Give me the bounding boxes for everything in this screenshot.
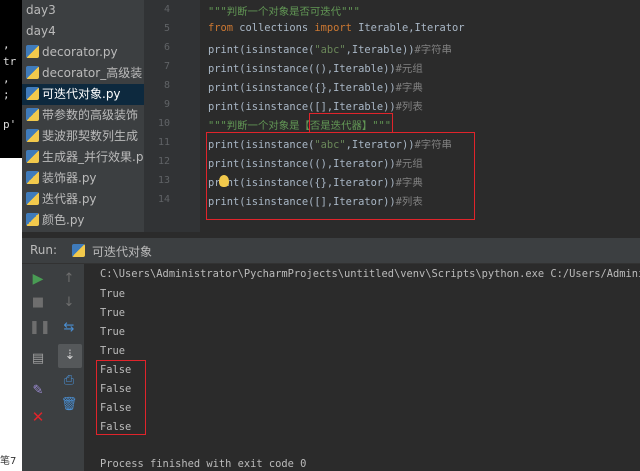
output-line: True <box>100 345 126 357</box>
tree-file[interactable]: 迭代器.py <box>22 189 144 210</box>
tree-folder-day3[interactable]: day3 <box>22 0 144 21</box>
run-toolbar: ▶ ↑ ■ ↓ ❚❚ ⇆ ▤ ⇣ ⎙ ✎ 🗑 ✕ <box>22 264 84 471</box>
scroll-to-end-icon[interactable]: ⇣ <box>58 344 82 368</box>
tree-file[interactable]: decorator_高级装 <box>22 63 144 84</box>
pin-icon[interactable]: ✎ <box>29 382 47 400</box>
tree-folder-day4[interactable]: day4 <box>22 21 144 42</box>
highlight-box-false-output <box>96 360 146 435</box>
code-line-7: print(isinstance((),Iterable))#元组 <box>208 63 423 75</box>
console-output[interactable]: C:\Users\Administrator\PycharmProjects\u… <box>84 264 640 471</box>
print-icon[interactable]: ⎙ <box>60 372 78 390</box>
tree-file-selected[interactable]: 可迭代对象.py <box>22 84 144 105</box>
tree-file[interactable]: 颜色.py <box>22 210 144 231</box>
tree-file[interactable]: 斐波那契数列生成 <box>22 126 144 147</box>
output-line: True <box>100 326 126 338</box>
editor-gutter: 4 5 6 7 8 9 10 11 12 13 14 <box>144 0 200 232</box>
run-panel-header: Run: 可迭代对象 <box>22 238 640 264</box>
background-text: 笔7 <box>0 456 17 467</box>
trash-icon[interactable]: 🗑 <box>60 396 78 414</box>
background-window-strip: , tr , ; p' 笔7 <box>0 0 22 471</box>
line-number: 13 <box>157 175 170 186</box>
tree-file[interactable]: 生成器_并行效果.p <box>22 147 144 168</box>
python-file-icon <box>26 150 39 163</box>
python-file-icon <box>26 213 39 226</box>
line-number: 8 <box>163 80 170 91</box>
python-file-icon <box>72 244 85 257</box>
line-number: 6 <box>163 42 170 53</box>
line-number: 7 <box>163 61 170 72</box>
code-editor[interactable]: """判断一个对象是否可迭代""" from collections impor… <box>200 0 640 232</box>
arrow-up-icon[interactable]: ↑ <box>60 270 78 288</box>
line-number: 10 <box>157 118 170 129</box>
line-number: 9 <box>163 99 170 110</box>
code-line-9: print(isinstance([],Iterable))#列表 <box>208 101 423 113</box>
term-char: , <box>3 72 10 85</box>
python-file-icon <box>26 129 39 142</box>
term-char: p' <box>3 118 17 131</box>
stop-icon[interactable]: ■ <box>29 294 47 312</box>
line-number: 11 <box>157 137 170 148</box>
python-file-icon <box>26 45 39 58</box>
console-command: C:\Users\Administrator\PycharmProjects\u… <box>100 268 640 280</box>
highlight-box-iterator-title <box>309 113 393 133</box>
tree-file[interactable]: decorator.py <box>22 42 144 63</box>
line-number: 12 <box>157 156 170 167</box>
tree-file[interactable]: 装饰器.py <box>22 168 144 189</box>
background-terminal: , tr , ; p' <box>0 0 22 158</box>
line-number: 5 <box>163 23 170 34</box>
code-line-5: from collections import Iterable,Iterato… <box>208 22 465 34</box>
tree-file[interactable]: 带参数的高级装饰 <box>22 105 144 126</box>
lightbulb-icon[interactable] <box>219 175 229 187</box>
python-file-icon <box>26 171 39 184</box>
code-line-6: print(isinstance("abc",Iterable))#字符串 <box>208 44 452 56</box>
project-tree[interactable]: day3 day4 decorator.py decorator_高级装 可迭代… <box>22 0 144 232</box>
python-file-icon <box>26 87 39 100</box>
rerun-icon[interactable]: ▶ <box>29 270 47 288</box>
output-line: True <box>100 307 126 319</box>
line-number: 4 <box>163 4 170 15</box>
python-file-icon <box>26 192 39 205</box>
term-char: tr <box>3 55 17 68</box>
code-line-4: """判断一个对象是否可迭代""" <box>208 6 360 18</box>
run-label: Run: <box>30 243 58 257</box>
output-line: True <box>100 288 126 300</box>
highlight-box-iterator-code <box>206 132 475 220</box>
line-number: 14 <box>157 194 170 205</box>
pause-icon[interactable]: ❚❚ <box>29 319 51 337</box>
run-tab-title[interactable]: 可迭代对象 <box>92 243 152 260</box>
python-file-icon <box>26 108 39 121</box>
soft-wrap-icon[interactable]: ⇆ <box>60 319 78 337</box>
term-char: , <box>3 38 10 51</box>
exit-message: Process finished with exit code 0 <box>100 458 307 470</box>
code-line-8: print(isinstance({},Iterable))#字典 <box>208 82 423 94</box>
term-char: ; <box>3 88 10 101</box>
python-file-icon <box>26 66 39 79</box>
arrow-down-icon[interactable]: ↓ <box>60 294 78 312</box>
layout-icon[interactable]: ▤ <box>29 350 47 368</box>
close-icon[interactable]: ✕ <box>29 408 47 426</box>
